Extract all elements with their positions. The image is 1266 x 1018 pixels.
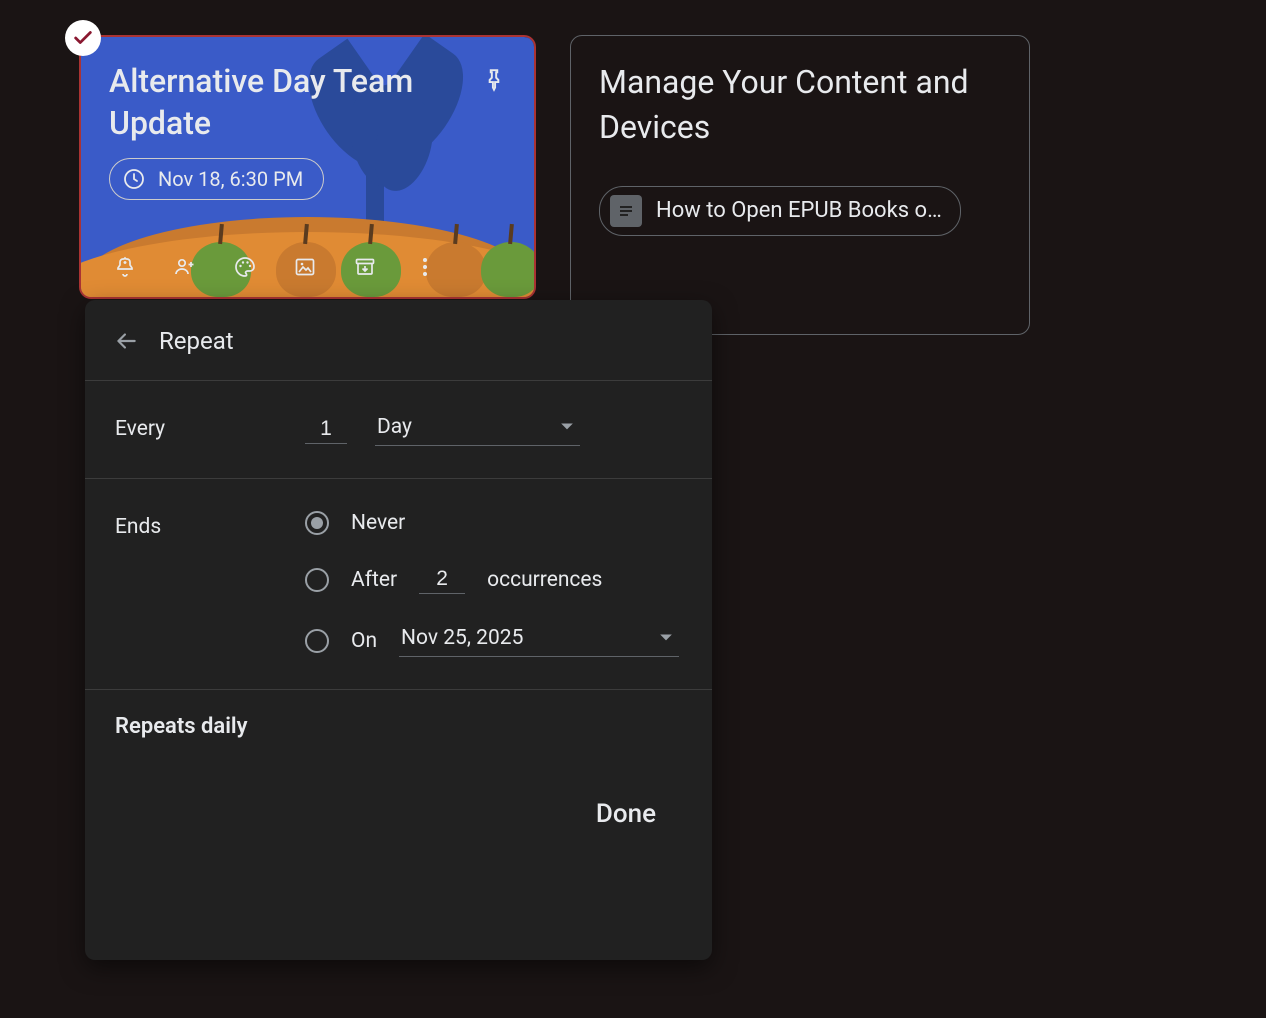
ends-on-date-value: Nov 25, 2025 bbox=[401, 626, 523, 650]
note-toolbar bbox=[109, 249, 514, 285]
chevron-down-icon bbox=[560, 420, 574, 434]
ends-after-label: After bbox=[351, 568, 397, 592]
ends-after-radio[interactable] bbox=[305, 568, 329, 592]
clock-icon bbox=[122, 167, 146, 191]
arrow-left-icon bbox=[113, 328, 139, 354]
note-title[interactable]: Manage Your Content and Devices bbox=[599, 60, 1001, 150]
more-vertical-icon bbox=[421, 255, 429, 279]
ends-after-suffix: occurrences bbox=[487, 568, 602, 592]
every-unit-value: Day bbox=[377, 415, 412, 439]
reminder-chip[interactable]: Nov 18, 6:30 PM bbox=[109, 158, 324, 200]
done-button[interactable]: Done bbox=[570, 789, 682, 839]
person-plus-icon bbox=[172, 255, 198, 279]
repeat-dialog: Repeat Every Day Ends Never After bbox=[85, 300, 712, 960]
collaborator-button[interactable] bbox=[171, 253, 199, 281]
more-button[interactable] bbox=[411, 253, 439, 281]
reminder-text: Nov 18, 6:30 PM bbox=[158, 167, 303, 191]
selection-check-badge[interactable] bbox=[65, 20, 101, 56]
ends-on-radio[interactable] bbox=[305, 629, 329, 653]
note-title[interactable]: Alternative Day Team Update bbox=[109, 61, 474, 144]
every-label: Every bbox=[115, 413, 305, 441]
repeat-summary: Repeats daily bbox=[115, 714, 682, 739]
every-unit-select[interactable]: Day bbox=[375, 413, 580, 446]
note-card-manage-content[interactable]: Manage Your Content and Devices How to O… bbox=[570, 35, 1030, 335]
occurrence-count-input[interactable] bbox=[419, 565, 465, 594]
archive-button[interactable] bbox=[351, 253, 379, 281]
ends-label: Ends bbox=[115, 511, 305, 539]
check-icon bbox=[72, 27, 94, 49]
ends-on-label: On bbox=[351, 629, 377, 653]
archive-icon bbox=[353, 255, 377, 279]
attachment-label: How to Open EPUB Books o… bbox=[656, 198, 942, 223]
pin-button[interactable] bbox=[474, 61, 514, 101]
attachment-chip[interactable]: How to Open EPUB Books o… bbox=[599, 186, 961, 236]
add-image-button[interactable] bbox=[291, 253, 319, 281]
remind-me-button[interactable] bbox=[111, 253, 139, 281]
image-icon bbox=[293, 255, 317, 279]
ends-on-date-select[interactable]: Nov 25, 2025 bbox=[399, 624, 679, 657]
every-count-input[interactable] bbox=[305, 415, 347, 444]
background-options-button[interactable] bbox=[231, 253, 259, 281]
back-button[interactable] bbox=[111, 326, 141, 356]
dialog-title: Repeat bbox=[159, 327, 234, 355]
pin-icon bbox=[481, 68, 507, 94]
document-icon bbox=[610, 195, 642, 227]
note-card-alternative-day[interactable]: Alternative Day Team Update Nov 18, 6:30… bbox=[79, 35, 536, 299]
ends-never-radio[interactable] bbox=[305, 511, 329, 535]
palette-icon bbox=[232, 255, 258, 279]
chevron-down-icon bbox=[659, 631, 673, 645]
ends-never-label: Never bbox=[351, 511, 405, 535]
bell-plus-icon bbox=[113, 255, 137, 279]
